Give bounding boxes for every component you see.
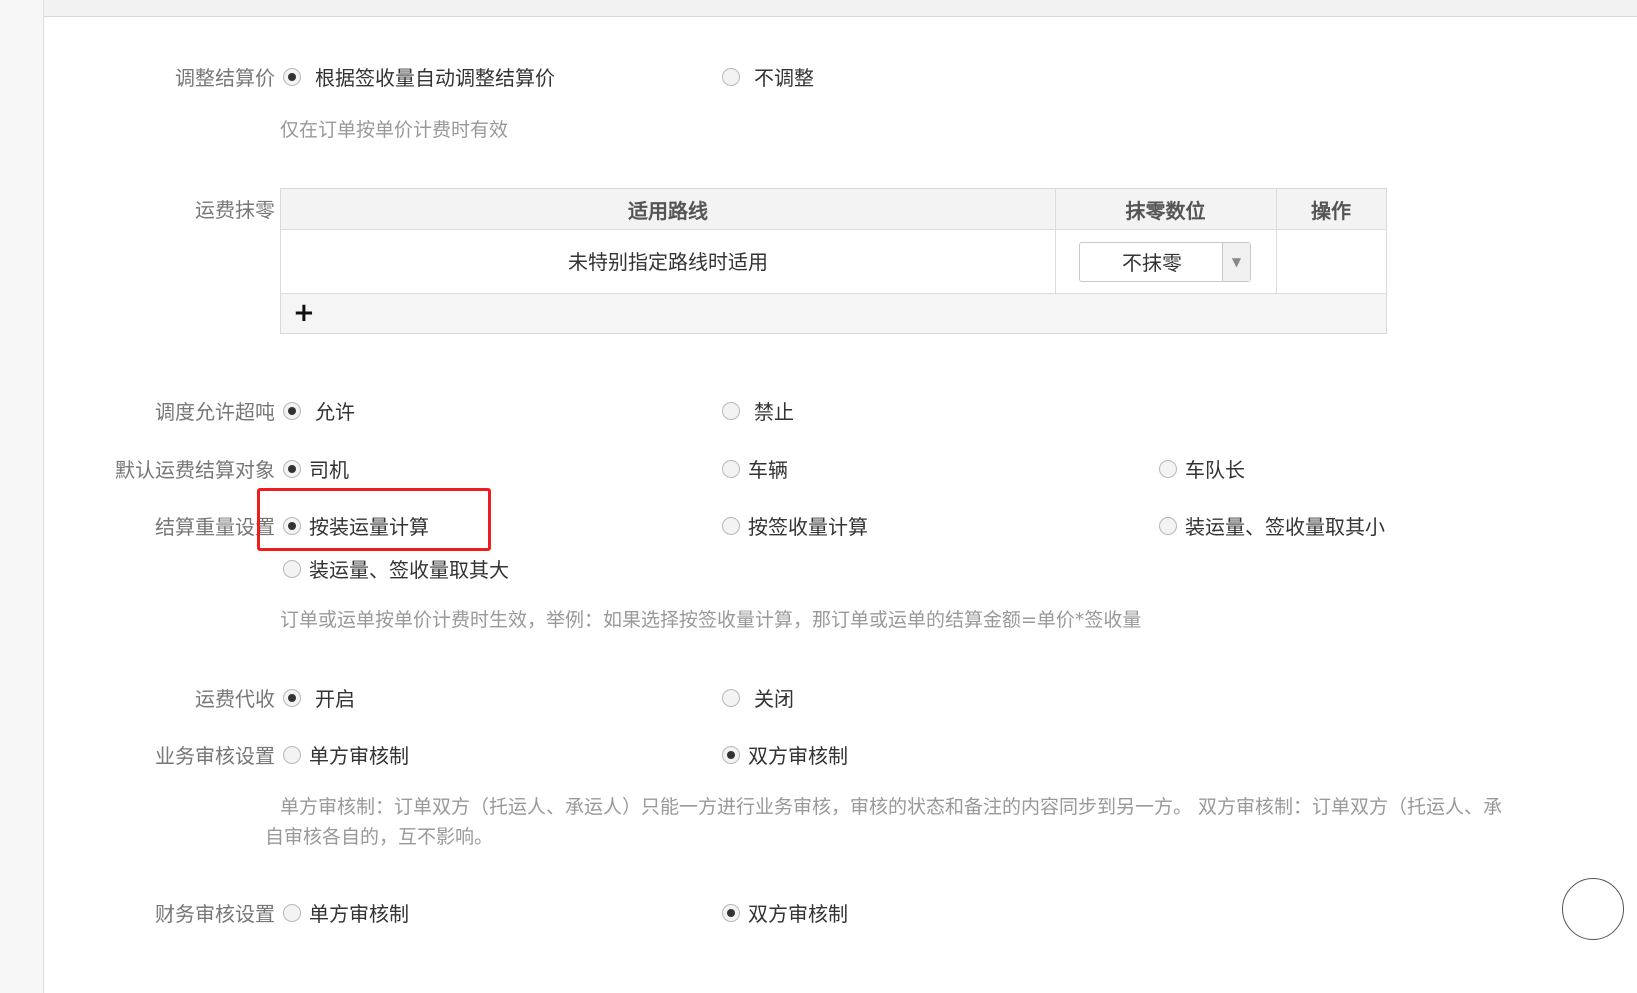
dispatch-overweight-label: 调度允许超吨 [155, 400, 275, 424]
radio-checked-icon[interactable] [283, 689, 301, 707]
floating-button-edge[interactable] [1562, 878, 1624, 940]
business-audit-row: 业务审核设置 单方审核制 双方审核制 [155, 744, 848, 768]
radio-unchecked-icon[interactable] [283, 904, 301, 922]
radio-checked-icon[interactable] [283, 68, 301, 86]
radio-unchecked-icon[interactable] [722, 517, 740, 535]
radio-unchecked-icon[interactable] [1159, 460, 1177, 478]
column-header-digit: 抹零数位 [1055, 189, 1276, 230]
settlement-adjust-label: 调整结算价 [175, 66, 275, 90]
radio-unchecked-icon[interactable] [722, 689, 740, 707]
plus-icon[interactable]: + [293, 300, 315, 326]
settle-weight-hint: 订单或运单按单价计费时生效，举例：如果选择按签收量计算，那订单或运单的结算金额=… [280, 609, 1142, 631]
default-settle-target-row: 默认运费结算对象 司机 车辆 车队长 [115, 458, 1245, 482]
column-header-route: 适用路线 [281, 189, 1055, 230]
radio-checked-icon[interactable] [722, 904, 740, 922]
radio-unchecked-icon[interactable] [722, 460, 740, 478]
radio-unchecked-icon[interactable] [722, 68, 740, 86]
freight-rounding-table: 适用路线 抹零数位 操作 未特别指定路线时适用 不抹零 ▼ + [280, 188, 1387, 334]
default-settle-target-label: 默认运费结算对象 [115, 458, 275, 482]
settlement-adjust-row: 调整结算价 根据签收量自动调整结算价 不调整 [175, 66, 814, 90]
business-audit-desc-line2: 自审核各自的，互不影响。 [265, 826, 494, 848]
freight-collection-label: 运费代收 [195, 687, 275, 711]
settle-weight-row: 结算重量设置 按装运量计算 按签收量计算 装运量、签收量取其小 [155, 515, 1385, 539]
table-divider [1055, 189, 1056, 294]
add-route-row: + [281, 294, 1386, 333]
freight-collection-row: 运费代收 开启 关闭 [195, 687, 794, 711]
radio-checked-icon[interactable] [283, 402, 301, 420]
radio-unchecked-icon[interactable] [1159, 517, 1177, 535]
column-header-action: 操作 [1276, 189, 1386, 230]
dispatch-overweight-row: 调度允许超吨 允许 禁止 [155, 400, 794, 424]
settlement-adjust-hint: 仅在订单按单价计费时有效 [280, 119, 509, 141]
finance-audit-row: 财务审核设置 单方审核制 双方审核制 [155, 902, 848, 926]
table-divider [1276, 189, 1277, 294]
highlight-box [257, 488, 491, 551]
route-cell: 未特别指定路线时适用 [281, 230, 1055, 294]
radio-unchecked-icon[interactable] [283, 560, 301, 578]
top-bar [44, 0, 1637, 17]
rounding-digit-select[interactable]: 不抹零 ▼ [1079, 242, 1251, 282]
business-audit-label: 业务审核设置 [155, 744, 275, 768]
chevron-down-icon[interactable]: ▼ [1222, 243, 1250, 281]
freight-rounding-label: 运费抹零 [195, 198, 275, 222]
finance-audit-label: 财务审核设置 [155, 902, 275, 926]
radio-unchecked-icon[interactable] [722, 402, 740, 420]
left-panel-edge [0, 0, 44, 993]
radio-unchecked-icon[interactable] [283, 746, 301, 764]
radio-checked-icon[interactable] [283, 460, 301, 478]
settle-weight-row-2: 装运量、签收量取其大 [0, 554, 1637, 586]
business-audit-desc-line1: 单方审核制：订单双方（托运人、承运人）只能一方进行业务审核，审核的状态和备注的内… [280, 796, 1503, 818]
action-cell [1276, 230, 1386, 294]
radio-checked-icon[interactable] [722, 746, 740, 764]
rounding-digit-value: 不抹零 [1122, 251, 1182, 275]
